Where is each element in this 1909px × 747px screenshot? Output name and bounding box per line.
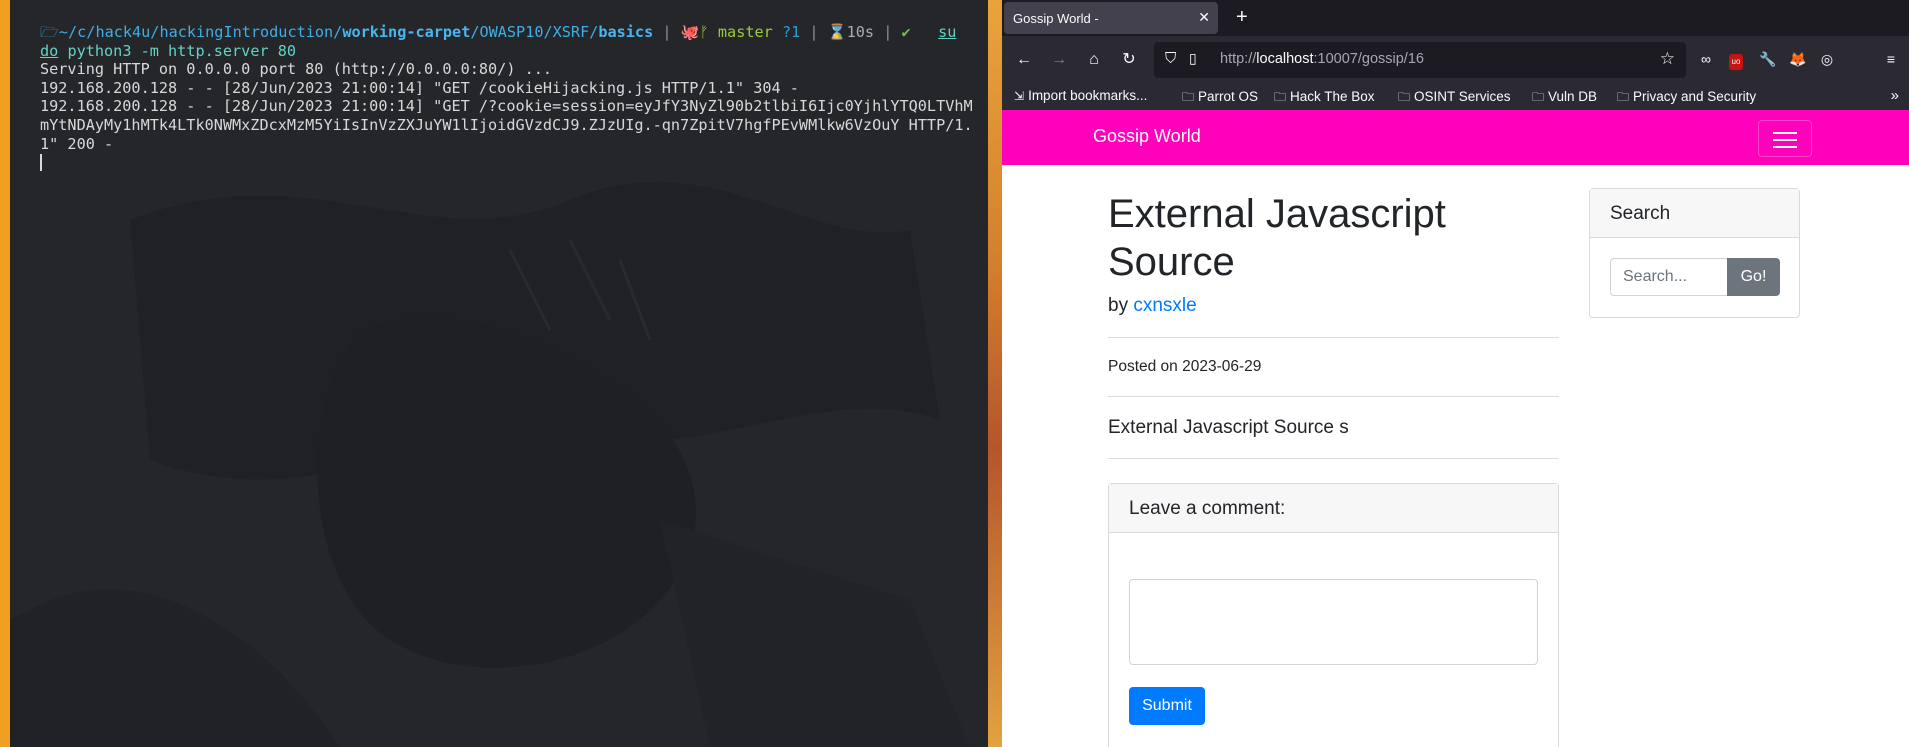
output-line: 192.168.200.128 - - [28/Jun/2023 21:00:1… — [40, 78, 799, 97]
search-card-header: Search — [1590, 189, 1799, 238]
navigation-toolbar: ← → ⌂ ↻ ⛉ ▯ http://localhost:10007/gossi… — [1002, 36, 1909, 84]
bookmark-hack-the-box[interactable]: 🗀 Hack The Box — [1274, 88, 1375, 109]
command-sudo-a: su — [938, 23, 957, 41]
by-label: by — [1108, 295, 1129, 316]
bookmark-parrot-os[interactable]: 🗀 Parrot OS — [1182, 88, 1258, 109]
prompt-separator: | — [883, 23, 893, 41]
branch-icon: ᚠ — [699, 23, 709, 41]
divider — [1108, 458, 1559, 459]
hourglass-icon: ⌛ — [827, 23, 847, 41]
search-go-button[interactable]: Go! — [1727, 258, 1780, 296]
bookmark-vuln-db[interactable]: 🗀 Vuln DB — [1532, 88, 1597, 109]
tab-strip: Gossip World - ✕ + — [1002, 0, 1909, 36]
import-icon: ⇲ — [1014, 89, 1025, 103]
command-sudo-b: do — [40, 41, 59, 60]
bookmark-label: Privacy and Security — [1633, 89, 1757, 104]
prompt-separator: | — [809, 23, 819, 41]
bookmark-label: Parrot OS — [1198, 89, 1259, 104]
private-mask-icon[interactable]: ∞ — [1696, 49, 1716, 69]
folder-icon: 🗀 — [1274, 90, 1287, 104]
input-line[interactable] — [40, 153, 975, 172]
folder-icon: 🗁 — [40, 23, 59, 41]
command-args: python3 -m http.server 80 — [67, 41, 297, 60]
new-tab-icon[interactable]: + — [1236, 6, 1248, 28]
bookmark-label: Vuln DB — [1548, 89, 1598, 104]
output-line: 192.168.200.128 - - [28/Jun/2023 21:00:1… — [40, 97, 973, 153]
site-brand[interactable]: Gossip World — [1093, 126, 1201, 147]
comment-textarea[interactable] — [1129, 579, 1538, 665]
divider — [1108, 337, 1559, 338]
ublock-shield-icon: uo — [1729, 54, 1743, 70]
prompt-separator: | — [662, 23, 672, 41]
command-duration: 10s — [846, 23, 875, 41]
navbar-toggle-button[interactable] — [1758, 120, 1812, 157]
shell-prompt: 🗁~/c/hack4u/hackingIntroduction/working-… — [40, 23, 975, 42]
desktop-wallpaper — [988, 0, 1002, 747]
folder-icon: 🗀 — [1617, 90, 1630, 104]
url-text[interactable]: http://localhost:10007/gossip/16 — [1220, 51, 1424, 67]
hamburger-menu-icon[interactable]: ≡ — [1881, 49, 1901, 69]
post-byline: by cxnsxle — [1108, 295, 1197, 317]
foxyproxy-icon[interactable]: 🦊 — [1788, 49, 1808, 69]
post-title: External Javascript Source — [1108, 192, 1446, 284]
prompt-path-mid: hack4u/hackingIntroduction/ — [95, 23, 343, 41]
search-card: Search Search... Go! — [1589, 188, 1800, 318]
terminal-window[interactable]: 🗁~/c/hack4u/hackingIntroduction/working-… — [10, 0, 988, 747]
bookmark-label: Import bookmarks... — [1028, 88, 1148, 103]
divider — [1108, 396, 1559, 397]
prompt-path-sub: /OWASP10/XSRF/ — [470, 23, 599, 41]
url-host: localhost — [1256, 51, 1314, 67]
post-body: External Javascript Source s — [1108, 417, 1349, 438]
cookie-icon[interactable]: ◎ — [1817, 49, 1837, 69]
comment-card-header: Leave a comment: — [1109, 484, 1558, 533]
git-branch: master — [717, 23, 773, 41]
bookmark-privacy-security[interactable]: 🗀 Privacy and Security — [1617, 88, 1756, 109]
search-input[interactable]: Search... — [1610, 258, 1728, 296]
command-line: do python3 -m http.server 80 — [40, 42, 975, 61]
output-line: Serving HTTP on 0.0.0.0 port 80 (http://… — [40, 60, 553, 79]
wrench-icon[interactable]: 🔧 — [1758, 49, 1778, 69]
url-prefix: http:// — [1220, 51, 1257, 67]
prompt-path-c: c/ — [77, 23, 96, 41]
hamburger-bar — [1773, 146, 1797, 148]
ublock-icon[interactable]: uo — [1726, 49, 1746, 70]
shield-icon[interactable]: ⛉ — [1165, 50, 1176, 67]
text-cursor — [40, 154, 42, 172]
prompt-path-cwd: basics — [598, 23, 654, 41]
bookmark-star-icon[interactable]: ☆ — [1660, 49, 1675, 69]
prompt-path-repo: working-carpet — [342, 23, 471, 41]
author-link[interactable]: cxnsxle — [1133, 295, 1196, 316]
home-icon[interactable]: ⌂ — [1084, 50, 1104, 70]
url-path: :10007/gossip/16 — [1313, 51, 1424, 67]
back-arrow-icon[interactable]: ← — [1014, 50, 1034, 70]
bookmark-osint-services[interactable]: 🗀 OSINT Services — [1398, 88, 1511, 109]
folder-icon: 🗀 — [1532, 90, 1545, 104]
hamburger-bar — [1773, 132, 1797, 134]
bookmark-label: OSINT Services — [1414, 89, 1511, 104]
reload-icon[interactable]: ↻ — [1119, 50, 1139, 70]
bookmarks-toolbar: ⇲ Import bookmarks... 🗀 Parrot OS 🗀 Hack Th… — [1002, 84, 1909, 110]
forward-arrow-icon[interactable]: → — [1049, 50, 1069, 70]
submit-button[interactable]: Submit — [1129, 687, 1205, 725]
folder-icon: 🗀 — [1398, 90, 1411, 104]
status-ok-icon: ✔ — [901, 23, 911, 41]
close-icon[interactable]: ✕ — [1198, 9, 1210, 26]
chevron-more-icon[interactable]: » — [1891, 87, 1899, 104]
tab-title: Gossip World - — [1013, 10, 1099, 26]
web-page: Gossip World External Javascript Source … — [1002, 110, 1909, 747]
git-icon: 🐙 — [680, 23, 700, 41]
post-date: Posted on 2023-06-29 — [1108, 358, 1262, 375]
folder-icon: 🗀 — [1182, 90, 1195, 104]
browser-window: Gossip World - ✕ + ← → ⌂ ↻ ⛉ ▯ http://lo… — [1002, 0, 1909, 747]
bookmark-label: Hack The Box — [1290, 89, 1375, 104]
git-status: ?1 — [781, 23, 801, 41]
site-navbar: Gossip World — [1002, 110, 1909, 165]
tab-gossip-world[interactable]: Gossip World - ✕ — [1004, 2, 1218, 34]
page-icon[interactable]: ▯ — [1189, 50, 1197, 67]
url-bar[interactable]: ⛉ ▯ http://localhost:10007/gossip/16 ☆ — [1154, 42, 1686, 78]
prompt-path-home: ~/ — [58, 23, 78, 41]
comment-card: Leave a comment: Submit — [1108, 483, 1559, 747]
hamburger-bar — [1773, 139, 1797, 141]
bookmark-import[interactable]: ⇲ Import bookmarks... — [1014, 88, 1147, 103]
